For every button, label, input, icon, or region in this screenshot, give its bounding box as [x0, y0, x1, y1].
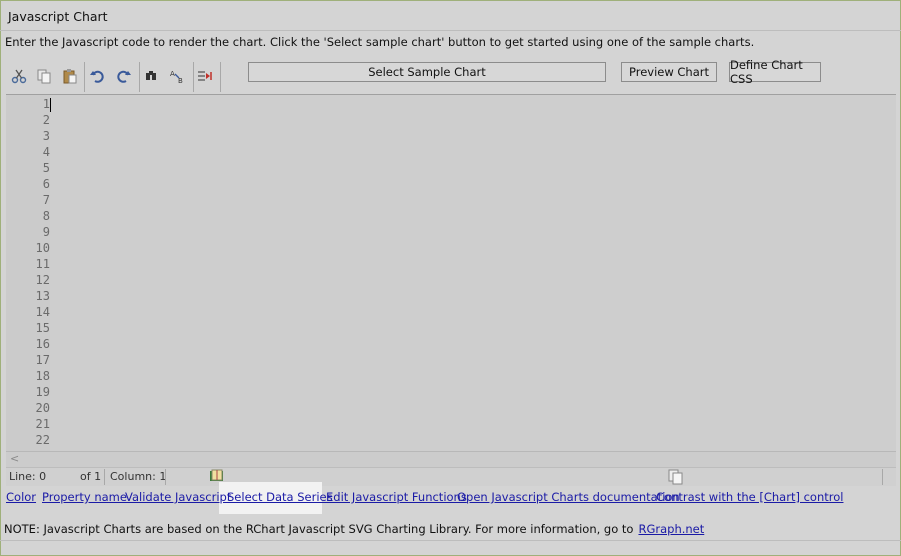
- line-number: 19: [35, 385, 50, 399]
- status-divider: [104, 469, 105, 485]
- status-of: of 1: [80, 470, 102, 483]
- define-chart-css-button[interactable]: Define Chart CSS: [729, 58, 821, 86]
- line-number: 21: [35, 417, 50, 431]
- line-number: 13: [35, 289, 50, 303]
- validate-javascript-link[interactable]: Validate Javascript: [125, 490, 231, 504]
- line-number: 1: [42, 97, 50, 111]
- note-text: NOTE: Javascript Charts are based on the…: [4, 522, 704, 536]
- horizontal-scrollbar[interactable]: <: [6, 451, 896, 467]
- line-number: 17: [35, 353, 50, 367]
- instructions-text: Enter the Javascript code to render the …: [5, 35, 755, 49]
- line-number: 7: [42, 193, 50, 207]
- contrast-chart-control-link[interactable]: Contrast with the [Chart] control: [656, 490, 843, 504]
- line-number: 6: [42, 177, 50, 191]
- line-number: 14: [35, 305, 50, 319]
- select-data-series-link[interactable]: Select Data Series: [227, 490, 333, 504]
- preview-chart-button[interactable]: Preview Chart: [621, 62, 717, 82]
- window-title: Javascript Chart: [8, 9, 108, 24]
- line-number: 5: [42, 161, 50, 175]
- line-number: 12: [35, 273, 50, 287]
- code-editor[interactable]: 1 2 3 4 5 6 7 8 9 10 11 12 13 14 15 16 17 18 19 20 21 22: [6, 94, 896, 452]
- color-link[interactable]: Color: [6, 490, 36, 504]
- edit-javascript-functions-link[interactable]: Edit Javascript Functions: [326, 490, 467, 504]
- note-label: NOTE: Javascript Charts are based on the…: [4, 522, 634, 536]
- bottom-divider: [0, 540, 901, 541]
- line-number: 4: [42, 145, 50, 159]
- line-number-gutter: 1 2 3 4 5 6 7 8 9 10 11 12 13 14 15 16 17 18 19 20 21 22: [6, 95, 50, 452]
- svg-text:A: A: [170, 70, 175, 78]
- select-sample-chart-button[interactable]: Select Sample Chart: [248, 62, 606, 82]
- line-number: 2: [42, 113, 50, 127]
- undo-icon[interactable]: [86, 65, 108, 87]
- status-divider: [165, 469, 166, 485]
- status-bar: Line: 0 of 1 Column: 1: [6, 467, 896, 486]
- open-documentation-link[interactable]: Open Javascript Charts documentation: [457, 490, 680, 504]
- line-number: 22: [35, 433, 50, 447]
- line-number: 8: [42, 209, 50, 223]
- rgraph-link[interactable]: RGraph.net: [638, 522, 704, 536]
- line-number: 18: [35, 369, 50, 383]
- line-number: 16: [35, 337, 50, 351]
- redo-icon[interactable]: [113, 65, 135, 87]
- toolbar-divider: [220, 62, 221, 92]
- copy-icon[interactable]: [33, 65, 55, 87]
- line-number: 20: [35, 401, 50, 415]
- status-column: Column: 1: [110, 470, 167, 483]
- status-line: Line: 0: [9, 470, 47, 483]
- status-divider: [882, 469, 883, 485]
- document-icon[interactable]: [668, 469, 684, 488]
- indent-icon[interactable]: [194, 65, 216, 87]
- editor-toolbar: AB Select Sample Chart Preview Chart Def…: [6, 58, 896, 93]
- links-bar: Color Property name Validate Javascript …: [0, 482, 901, 514]
- replace-icon[interactable]: AB: [167, 65, 189, 87]
- find-icon[interactable]: [140, 65, 162, 87]
- line-number: 11: [35, 257, 50, 271]
- paste-icon[interactable]: [59, 65, 81, 87]
- line-number: 9: [42, 225, 50, 239]
- toolbar-divider: [84, 62, 85, 92]
- line-number: 10: [35, 241, 50, 255]
- scissors-icon[interactable]: [8, 65, 30, 87]
- line-number: 15: [35, 321, 50, 335]
- line-number: 3: [42, 129, 50, 143]
- title-divider: [0, 30, 901, 31]
- scroll-left-icon[interactable]: <: [10, 452, 19, 465]
- property-name-link[interactable]: Property name: [42, 490, 127, 504]
- text-caret: [50, 98, 51, 112]
